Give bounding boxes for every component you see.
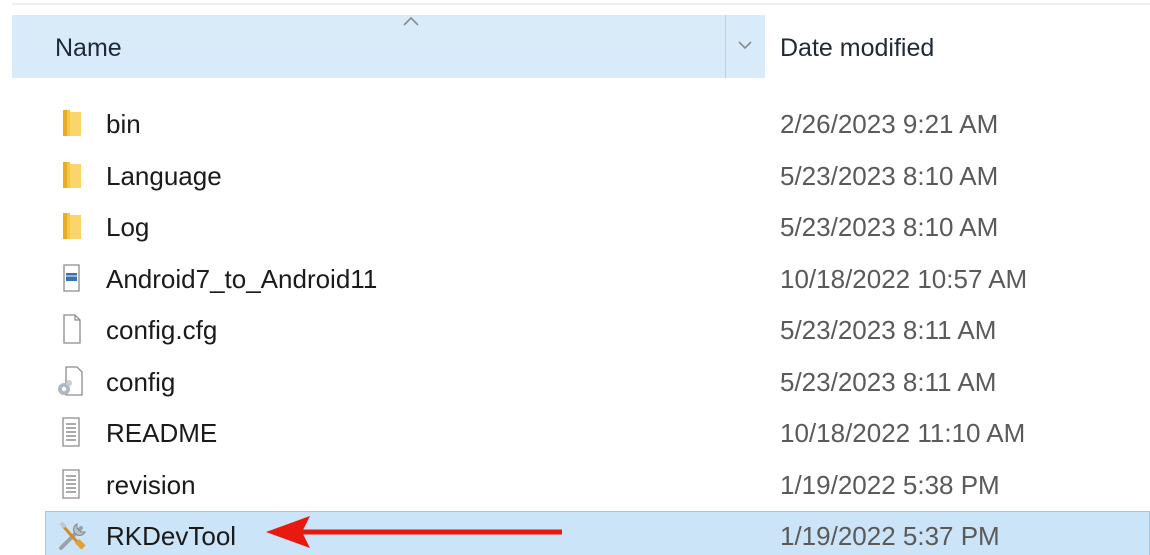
folder-icon (55, 106, 87, 140)
file-row[interactable]: config 5/23/2023 8:11 AM (0, 355, 1150, 407)
sort-ascending-icon (403, 16, 419, 26)
text-file-icon (55, 467, 87, 501)
column-filter-dropdown[interactable] (726, 15, 765, 78)
file-list: bin 2/26/2023 9:21 AM Language 5/23/2023 8:… (0, 97, 1150, 555)
file-date-modified: 2/26/2023 9:21 AM (780, 109, 999, 139)
folder-icon (55, 209, 87, 243)
file-name: config (106, 366, 176, 397)
file-row[interactable]: README 10/18/2022 11:10 AM (0, 406, 1150, 458)
blank-file-icon (55, 312, 87, 346)
image-file-icon (55, 261, 87, 295)
file-row[interactable]: RKDevTool 1/19/2022 5:37 PM (0, 509, 1150, 555)
file-row[interactable]: Language 5/23/2023 8:10 AM (0, 149, 1150, 201)
file-name: RKDevTool (106, 521, 237, 551)
file-name: Log (106, 212, 150, 242)
file-date-modified: 5/23/2023 8:10 AM (780, 212, 999, 242)
folder-icon (55, 158, 87, 192)
file-name: config.cfg (106, 315, 218, 345)
file-date-modified: 1/19/2022 5:38 PM (780, 469, 1000, 500)
file-name: Language (106, 160, 222, 191)
date-modified-column-label: Date modified (780, 34, 935, 62)
chevron-down-icon (738, 41, 752, 50)
file-date-modified: 1/19/2022 5:37 PM (780, 521, 1000, 551)
file-explorer: Name Date modified bin 2/26/2023 9:21 AM L… (0, 0, 1150, 555)
date-modified-column-header[interactable]: Date modified (765, 15, 1150, 78)
red-arrow-annotation-icon (266, 516, 562, 548)
settings-file-icon (55, 364, 87, 398)
name-column-label: Name (55, 34, 122, 62)
tools-app-icon (55, 518, 87, 552)
file-row[interactable]: bin 2/26/2023 9:21 AM (0, 97, 1150, 149)
file-date-modified: 10/18/2022 11:10 AM (780, 418, 1026, 448)
file-name: bin (106, 109, 141, 139)
file-row[interactable]: Android7_to_Android11 10/18/2022 10:57 AM (0, 252, 1150, 304)
top-divider (12, 3, 1150, 5)
file-date-modified: 5/23/2023 8:10 AM (780, 160, 999, 191)
file-row[interactable]: config.cfg 5/23/2023 8:11 AM (0, 303, 1150, 355)
file-date-modified: 5/23/2023 8:11 AM (780, 315, 997, 345)
file-name: revision (106, 469, 196, 500)
file-row[interactable]: revision 1/19/2022 5:38 PM (0, 458, 1150, 510)
file-row[interactable]: Log 5/23/2023 8:10 AM (0, 200, 1150, 252)
file-date-modified: 5/23/2023 8:11 AM (780, 366, 997, 397)
file-name: README (106, 418, 218, 448)
name-column-header[interactable]: Name (12, 15, 725, 78)
text-file-icon (55, 415, 87, 449)
file-name: Android7_to_Android11 (106, 263, 378, 294)
file-date-modified: 10/18/2022 10:57 AM (780, 263, 1028, 294)
